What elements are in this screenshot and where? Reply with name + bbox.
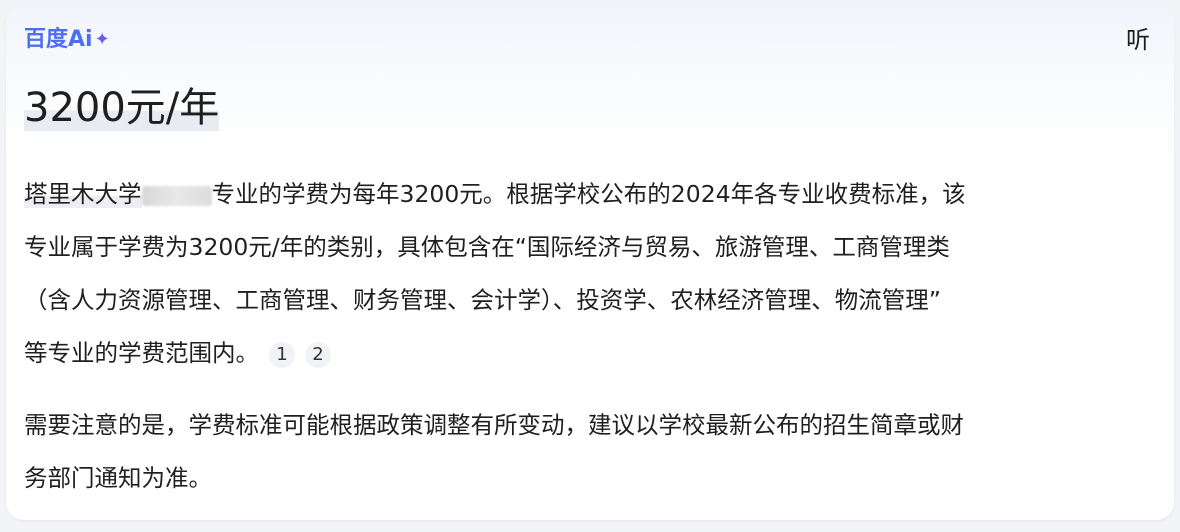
brand-name: 百度Ai	[24, 27, 93, 52]
headline-text: 3200元/年	[24, 85, 220, 131]
text-segment: 专业的学费为每年3200元。根据学校公布的2024年各专业收费标准，该	[211, 180, 966, 208]
text-segment: 塔里木大学	[24, 180, 142, 208]
listen-button[interactable]: 听	[1126, 24, 1150, 56]
answer-headline: 3200元/年	[24, 84, 220, 132]
card-header: 百度Ai ✦ 听	[24, 24, 1150, 56]
paragraph-line: （含人力资源管理、工商管理、财务管理、会计学）、投资学、农林经济管理、物流管理”	[24, 286, 941, 314]
answer-paragraph-2: 需要注意的是，学费标准可能根据政策调整有所变动，建议以学校最新公布的招生简章或财…	[24, 399, 1144, 505]
sparkle-icon: ✦	[94, 29, 110, 50]
text-segment: 等专业的学费范围内。	[24, 339, 259, 367]
redacted-text	[141, 185, 212, 206]
paragraph-line: 务部门通知为准。	[24, 464, 212, 492]
citation-badge-1[interactable]: 1	[269, 341, 295, 368]
citation-badge-2[interactable]: 2	[305, 341, 331, 368]
paragraph-line: 需要注意的是，学费标准可能根据政策调整有所变动，建议以学校最新公布的招生简章或财	[24, 411, 964, 439]
ai-answer-card: 百度Ai ✦ 听 3200元/年 塔里木大学 专业的学费为每年3200元。根据学校公…	[6, 4, 1174, 520]
paragraph-line: 塔里木大学 专业的学费为每年3200元。根据学校公布的2024年各专业收费标准，该	[24, 168, 1144, 221]
paragraph-line: 等专业的学费范围内。 1 2	[24, 327, 1144, 380]
answer-body: 塔里木大学 专业的学费为每年3200元。根据学校公布的2024年各专业收费标准，该…	[24, 168, 1144, 505]
answer-paragraph-1: 塔里木大学 专业的学费为每年3200元。根据学校公布的2024年各专业收费标准，该…	[24, 168, 1144, 380]
brand-logo: 百度Ai ✦	[24, 24, 110, 56]
paragraph-line: 专业属于学费为3200元/年的类别，具体包含在“国际经济与贸易、旅游管理、工商管…	[24, 233, 950, 261]
